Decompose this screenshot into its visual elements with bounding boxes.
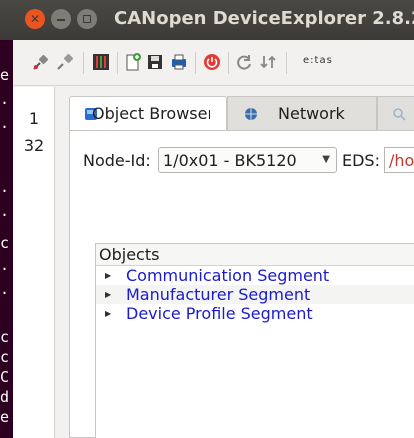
print-icon[interactable]	[169, 52, 189, 72]
search-icon	[393, 108, 406, 121]
title-bar: ✕ CANopen DeviceExplorer 2.8.2	[0, 0, 414, 40]
terminal-char: ·	[0, 118, 10, 136]
terminal-char: e	[0, 408, 10, 426]
object-browser-panel: Node-Id: 1/0x01 - BK5120 ▼ EDS: /home Ob…	[69, 130, 414, 438]
etas-logo: e:tas	[303, 55, 333, 66]
terminal-char: d	[0, 388, 10, 406]
power-icon[interactable]	[202, 52, 222, 72]
terminal-char: ·	[0, 94, 10, 112]
new-icon[interactable]	[123, 52, 143, 72]
node-id-label: Node-Id:	[83, 151, 151, 170]
save-icon[interactable]	[145, 52, 165, 72]
node-id-select[interactable]: 1/0x01 - BK5120 ▼	[158, 147, 337, 173]
disconnect-icon[interactable]	[55, 52, 75, 72]
left-panel: 1 32	[13, 87, 55, 438]
terminal-char: ·	[0, 182, 10, 200]
tab-label: Object Browser	[92, 104, 210, 123]
terminal-char: C	[0, 368, 10, 386]
tree-item[interactable]: ▶ Device Profile Segment	[96, 304, 414, 323]
chevron-down-icon: ▼	[322, 154, 330, 165]
close-window-button[interactable]: ✕	[25, 9, 45, 29]
minimize-window-button[interactable]	[51, 9, 71, 29]
terminal-char: c	[0, 234, 10, 252]
expand-arrow-icon[interactable]: ▶	[105, 266, 111, 285]
tab-bar: Object Browser Network	[69, 96, 414, 131]
terminal-char: ·	[0, 260, 10, 278]
connect-icon[interactable]	[31, 52, 51, 72]
tree-item[interactable]: ▶ Communication Segment	[96, 266, 414, 285]
objects-column-header[interactable]: Objects	[96, 244, 414, 266]
background-terminal: e · · · · · c · c c C d e	[0, 40, 13, 438]
objects-tree: Objects ▶ Communication Segment ▶ Manufa…	[95, 243, 414, 438]
expand-arrow-icon[interactable]: ▶	[105, 285, 111, 304]
tree-item-label: Manufacturer Segment	[126, 285, 311, 304]
maximize-window-button[interactable]	[77, 9, 97, 29]
eds-label: EDS:	[342, 151, 380, 170]
tree-item[interactable]: ▶ Manufacturer Segment	[96, 285, 414, 304]
toolbar-separator	[286, 52, 287, 74]
terminal-char: ·	[0, 206, 10, 224]
settings-icon[interactable]	[91, 52, 111, 72]
node-id-value: 1/0x01 - BK5120	[163, 150, 297, 170]
eds-path-field[interactable]: /home	[384, 147, 414, 173]
left-panel-value: 32	[23, 136, 45, 155]
toolbar-separator	[83, 52, 84, 74]
toolbar-separator	[195, 52, 196, 74]
app-window: e:tas 1 32 Object Browser Network Node-I…	[13, 40, 414, 438]
terminal-char: e	[0, 66, 10, 84]
tree-item-label: Device Profile Segment	[126, 304, 313, 323]
expand-arrow-icon[interactable]: ▶	[105, 304, 111, 323]
tab-object-browser[interactable]: Object Browser	[69, 96, 227, 131]
minimize-icon	[57, 19, 65, 21]
refresh-icon[interactable]	[234, 52, 254, 72]
tab-network[interactable]: Network	[227, 96, 377, 131]
terminal-char: c	[0, 328, 10, 346]
window-title: CANopen DeviceExplorer 2.8.2	[114, 8, 414, 29]
maximize-icon	[83, 15, 91, 23]
tree-item-label: Communication Segment	[126, 266, 330, 285]
toolbar-separator	[117, 52, 118, 74]
tab-third[interactable]	[377, 96, 414, 131]
terminal-char: ·	[0, 284, 10, 302]
terminal-char: c	[0, 348, 10, 366]
network-icon	[245, 108, 257, 120]
toolbar: e:tas	[13, 40, 414, 86]
tab-label: Network	[278, 104, 345, 123]
toolbar-separator	[228, 52, 229, 74]
left-panel-value: 1	[28, 109, 40, 128]
sync-icon[interactable]	[258, 52, 278, 72]
